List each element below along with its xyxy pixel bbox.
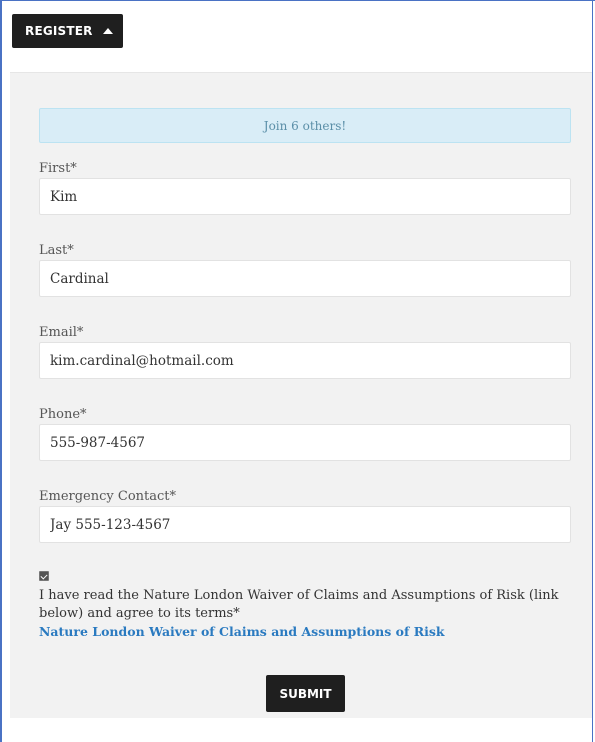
frame-border-top <box>0 0 595 1</box>
email-label: Email* <box>39 325 84 340</box>
first-name-label: First* <box>39 161 77 176</box>
emergency-contact-input[interactable] <box>39 506 571 543</box>
last-name-input[interactable] <box>39 260 571 297</box>
emergency-contact-label: Emergency Contact* <box>39 489 176 504</box>
first-name-input[interactable] <box>39 178 571 215</box>
join-count-banner: Join 6 others! <box>39 108 571 143</box>
email-input[interactable] <box>39 342 571 379</box>
frame-border-left <box>0 0 2 742</box>
registration-panel: Join 6 others! First* Last* Email* Phone… <box>10 72 592 718</box>
waiver-link[interactable]: Nature London Waiver of Claims and Assum… <box>39 624 445 639</box>
phone-input[interactable] <box>39 424 571 461</box>
register-toggle-label: REGISTER <box>25 24 93 38</box>
register-toggle-button[interactable]: REGISTER <box>12 14 123 48</box>
last-name-label: Last* <box>39 243 74 258</box>
caret-up-icon <box>102 28 113 34</box>
page-frame: REGISTER Join 6 others! First* Last* Ema… <box>0 0 595 742</box>
submit-button[interactable]: SUBMIT <box>266 675 345 712</box>
waiver-agreement-text: I have read the Nature London Waiver of … <box>39 588 559 621</box>
phone-label: Phone* <box>39 407 87 422</box>
check-icon <box>40 571 48 580</box>
waiver-checkbox[interactable] <box>39 571 49 581</box>
frame-border-right <box>592 0 593 742</box>
join-count-text: Join 6 others! <box>263 118 347 133</box>
